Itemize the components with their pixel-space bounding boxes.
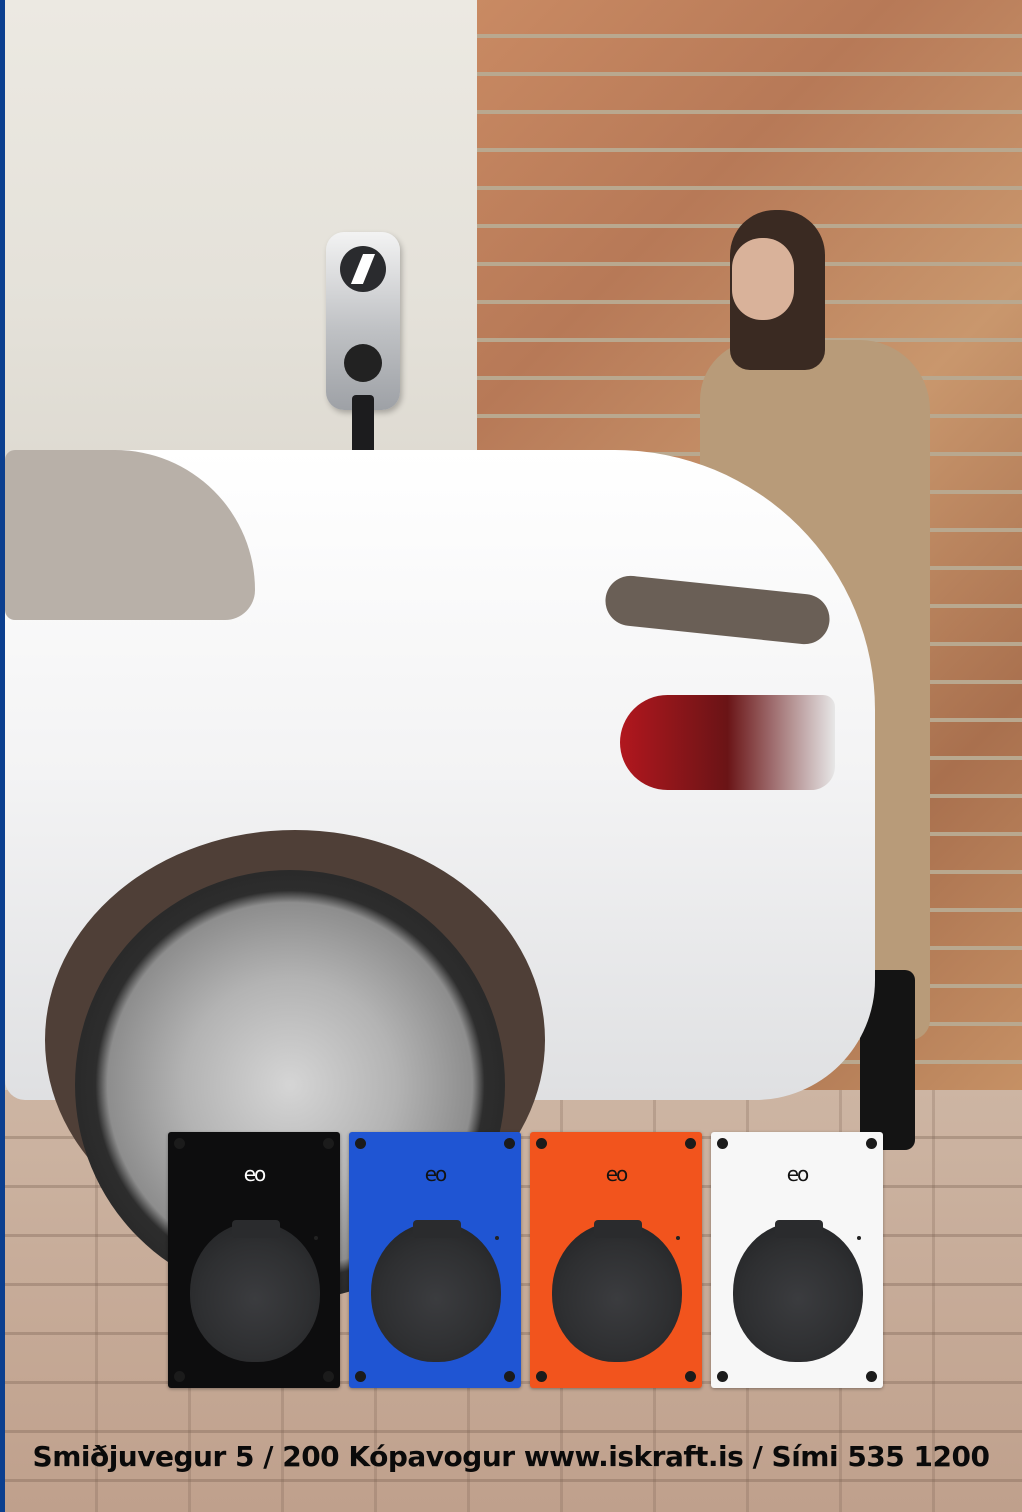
face xyxy=(732,238,794,320)
screw-icon xyxy=(504,1138,515,1149)
screw-icon xyxy=(355,1371,366,1382)
status-led-icon xyxy=(314,1236,318,1240)
eo-logo: eo xyxy=(243,1162,267,1186)
screw-icon xyxy=(323,1371,334,1382)
car-taillight xyxy=(620,695,835,790)
white-electric-car xyxy=(5,410,885,1300)
eo-logo: eo xyxy=(605,1162,629,1186)
screw-icon xyxy=(536,1138,547,1149)
charger-black: eo xyxy=(168,1132,340,1388)
screw-icon xyxy=(355,1138,366,1149)
screw-icon xyxy=(174,1138,185,1149)
wall-mounted-charger xyxy=(326,232,400,410)
charger-socket xyxy=(344,344,382,382)
screw-icon xyxy=(685,1138,696,1149)
eo-logo: eo xyxy=(424,1162,448,1186)
status-led-icon xyxy=(495,1236,499,1240)
ad-page: eo eo eo eo Smiðjuvegur 5 / 200 Kópavogu… xyxy=(0,0,1022,1512)
socket-cover xyxy=(733,1220,863,1362)
charger-white: eo xyxy=(711,1132,883,1388)
screw-icon xyxy=(685,1371,696,1382)
status-led-icon xyxy=(676,1236,680,1240)
screw-icon xyxy=(717,1371,728,1382)
screw-icon xyxy=(504,1371,515,1382)
screw-icon xyxy=(536,1371,547,1382)
eo-logo: eo xyxy=(786,1162,810,1186)
contact-footer: Smiðjuvegur 5 / 200 Kópavogur www.iskraf… xyxy=(32,1440,990,1473)
screw-icon xyxy=(323,1138,334,1149)
socket-cover xyxy=(552,1220,682,1362)
socket-cover xyxy=(371,1220,501,1362)
screw-icon xyxy=(866,1371,877,1382)
charger-color-lineup: eo eo eo eo xyxy=(168,1132,884,1388)
socket-cover xyxy=(190,1220,320,1362)
lightning-bolt-icon xyxy=(340,246,386,292)
screw-icon xyxy=(717,1138,728,1149)
status-led-icon xyxy=(857,1236,861,1240)
charger-orange: eo xyxy=(530,1132,702,1388)
charger-blue: eo xyxy=(349,1132,521,1388)
screw-icon xyxy=(866,1138,877,1149)
screw-icon xyxy=(174,1371,185,1382)
